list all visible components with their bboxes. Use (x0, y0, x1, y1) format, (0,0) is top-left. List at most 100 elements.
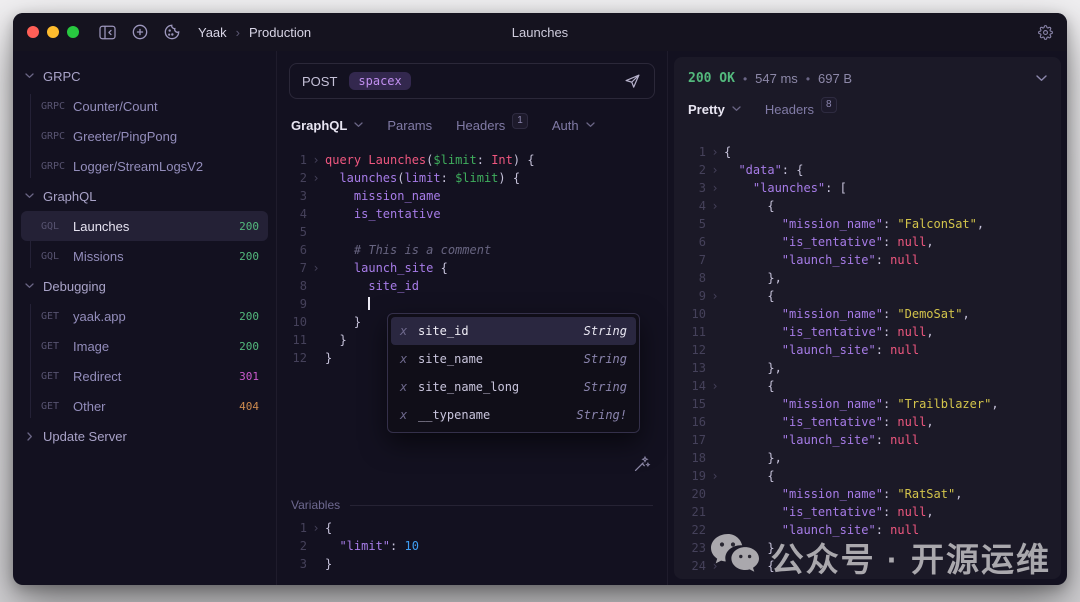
sidebar-item-other[interactable]: GETOther404 (21, 391, 268, 421)
new-request-icon[interactable] (132, 24, 148, 40)
zoom-window-button[interactable] (67, 26, 79, 38)
sidebar-item-image[interactable]: GETImage200 (21, 331, 268, 361)
line-number: 3 (682, 179, 706, 197)
cookie-icon[interactable] (164, 24, 180, 40)
autocomplete-item-site-id[interactable]: xsite_idString (391, 317, 636, 345)
breadcrumb-app: Yaak (198, 25, 227, 40)
meta-separator: • (806, 72, 810, 86)
tab-count-badge: 1 (512, 113, 528, 129)
fold-chevron-icon[interactable]: › (706, 287, 724, 305)
fold-chevron-icon[interactable]: › (706, 377, 724, 395)
suggestion-label: site_name (418, 352, 483, 366)
fold-chevron-icon[interactable]: › (307, 519, 325, 537)
line-number: 24 (682, 557, 706, 575)
fold-chevron-icon[interactable]: › (706, 161, 724, 179)
chevron-down-icon (586, 122, 595, 128)
chevron-down-icon (25, 73, 34, 79)
request-tab-params[interactable]: Params (387, 118, 432, 133)
folder-label: GraphQL (43, 189, 96, 204)
code-line: 3› "launches": [ (682, 179, 1061, 197)
minimize-window-button[interactable] (47, 26, 59, 38)
code-line: 1›{ (285, 519, 667, 537)
send-request-icon[interactable] (623, 72, 642, 90)
variables-editor[interactable]: 1›{2 "limit": 103} (285, 519, 667, 573)
code-line: 6 "is_tentative": null, (682, 233, 1061, 251)
fold-chevron-icon[interactable]: › (706, 179, 724, 197)
code-line: 9 (285, 295, 663, 313)
environment-badge[interactable]: spacex (349, 72, 410, 90)
line-number: 1 (285, 151, 307, 169)
close-window-button[interactable] (27, 26, 39, 38)
breadcrumb[interactable]: Yaak › Production (198, 25, 311, 40)
line-number: 8 (285, 277, 307, 295)
line-number: 7 (285, 259, 307, 277)
url-bar[interactable]: POST spacex (289, 63, 655, 99)
tab-label: GraphQL (291, 118, 347, 133)
autocomplete-item-typename[interactable]: x__typenameString! (391, 401, 636, 429)
sidebar-item-redirect[interactable]: GETRedirect301 (21, 361, 268, 391)
request-tab-graphql[interactable]: GraphQL (291, 118, 363, 133)
tab-label: Headers (456, 118, 505, 133)
code-line: 1›{ (682, 143, 1061, 161)
tab-count-badge: 8 (821, 97, 837, 113)
code-line: 9› { (682, 287, 1061, 305)
code-line: 6 # This is a comment (285, 241, 663, 259)
chevron-right-icon (25, 432, 34, 441)
request-tab-auth[interactable]: Auth (552, 118, 595, 133)
wechat-icon (709, 532, 761, 581)
code-line: 15 "mission_name": "Trailblazer", (682, 395, 1061, 413)
code-line: 21 "is_tentative": null, (682, 503, 1061, 521)
sidebar-item-yaak-app[interactable]: GETyaak.app200 (21, 301, 268, 331)
method-label: GRPC (41, 161, 73, 172)
response-menu-chevron-icon[interactable] (1036, 75, 1047, 82)
response-meta: 200 OK • 547 ms • 697 B (674, 57, 1061, 86)
fold-chevron-icon[interactable]: › (307, 169, 325, 187)
sidebar-folder-debugging[interactable]: Debugging (13, 271, 276, 301)
line-number: 14 (682, 377, 706, 395)
tab-label: Headers (765, 102, 814, 117)
sidebar-item-logger-streamlogsv2[interactable]: GRPCLogger/StreamLogsV2 (21, 151, 268, 181)
suggestion-type: String (584, 352, 627, 366)
autocomplete-item-site-name-long[interactable]: xsite_name_longString (391, 373, 636, 401)
code-line: 18 }, (682, 449, 1061, 467)
response-editor[interactable]: 1›{2› "data": {3› "launches": [4› {5 "mi… (682, 143, 1061, 579)
toggle-sidebar-icon[interactable] (99, 25, 116, 40)
line-number: 18 (682, 449, 706, 467)
line-number: 11 (285, 331, 307, 349)
line-number: 22 (682, 521, 706, 539)
field-kind-icon: x (400, 324, 418, 338)
request-tab-headers[interactable]: Headers1 (456, 117, 528, 133)
fold-chevron-icon[interactable]: › (706, 197, 724, 215)
tab-label: Params (387, 118, 432, 133)
request-method: POST (302, 74, 337, 89)
tab-label: Pretty (688, 102, 725, 117)
code-line: 4 is_tentative (285, 205, 663, 223)
sidebar-item-counter-count[interactable]: GRPCCounter/Count (21, 91, 268, 121)
response-tab-headers[interactable]: Headers8 (765, 101, 837, 117)
sidebar-folder-update-server[interactable]: Update Server (13, 421, 276, 451)
watermark: 公众号 · 开源运维 (709, 532, 1051, 581)
request-name: Launches (73, 219, 239, 234)
fold-chevron-icon[interactable]: › (307, 151, 325, 169)
suggestion-type: String! (576, 408, 627, 422)
response-tab-pretty[interactable]: Pretty (688, 102, 741, 117)
autocomplete-item-site-name[interactable]: xsite_nameString (391, 345, 636, 373)
request-name: Image (73, 339, 239, 354)
sidebar-folder-grpc[interactable]: GRPC (13, 61, 276, 91)
line-number: 10 (682, 305, 706, 323)
method-label: GRPC (41, 101, 73, 112)
sidebar-folder-graphql[interactable]: GraphQL (13, 181, 276, 211)
sidebar-item-launches[interactable]: GQLLaunches200 (21, 211, 268, 241)
sidebar-item-greeter-pingpong[interactable]: GRPCGreeter/PingPong (21, 121, 268, 151)
fold-chevron-icon[interactable]: › (706, 143, 724, 161)
fold-chevron-icon[interactable]: › (307, 259, 325, 277)
line-number: 2 (682, 161, 706, 179)
method-label: GET (41, 371, 73, 382)
fold-chevron-icon[interactable]: › (706, 467, 724, 485)
sidebar-item-missions[interactable]: GQLMissions200 (21, 241, 268, 271)
request-name: yaak.app (73, 309, 239, 324)
format-wand-icon[interactable] (632, 455, 651, 474)
line-number: 23 (682, 539, 706, 557)
settings-gear-icon[interactable] (1038, 25, 1053, 40)
breadcrumb-workspace[interactable]: Production (249, 25, 311, 40)
